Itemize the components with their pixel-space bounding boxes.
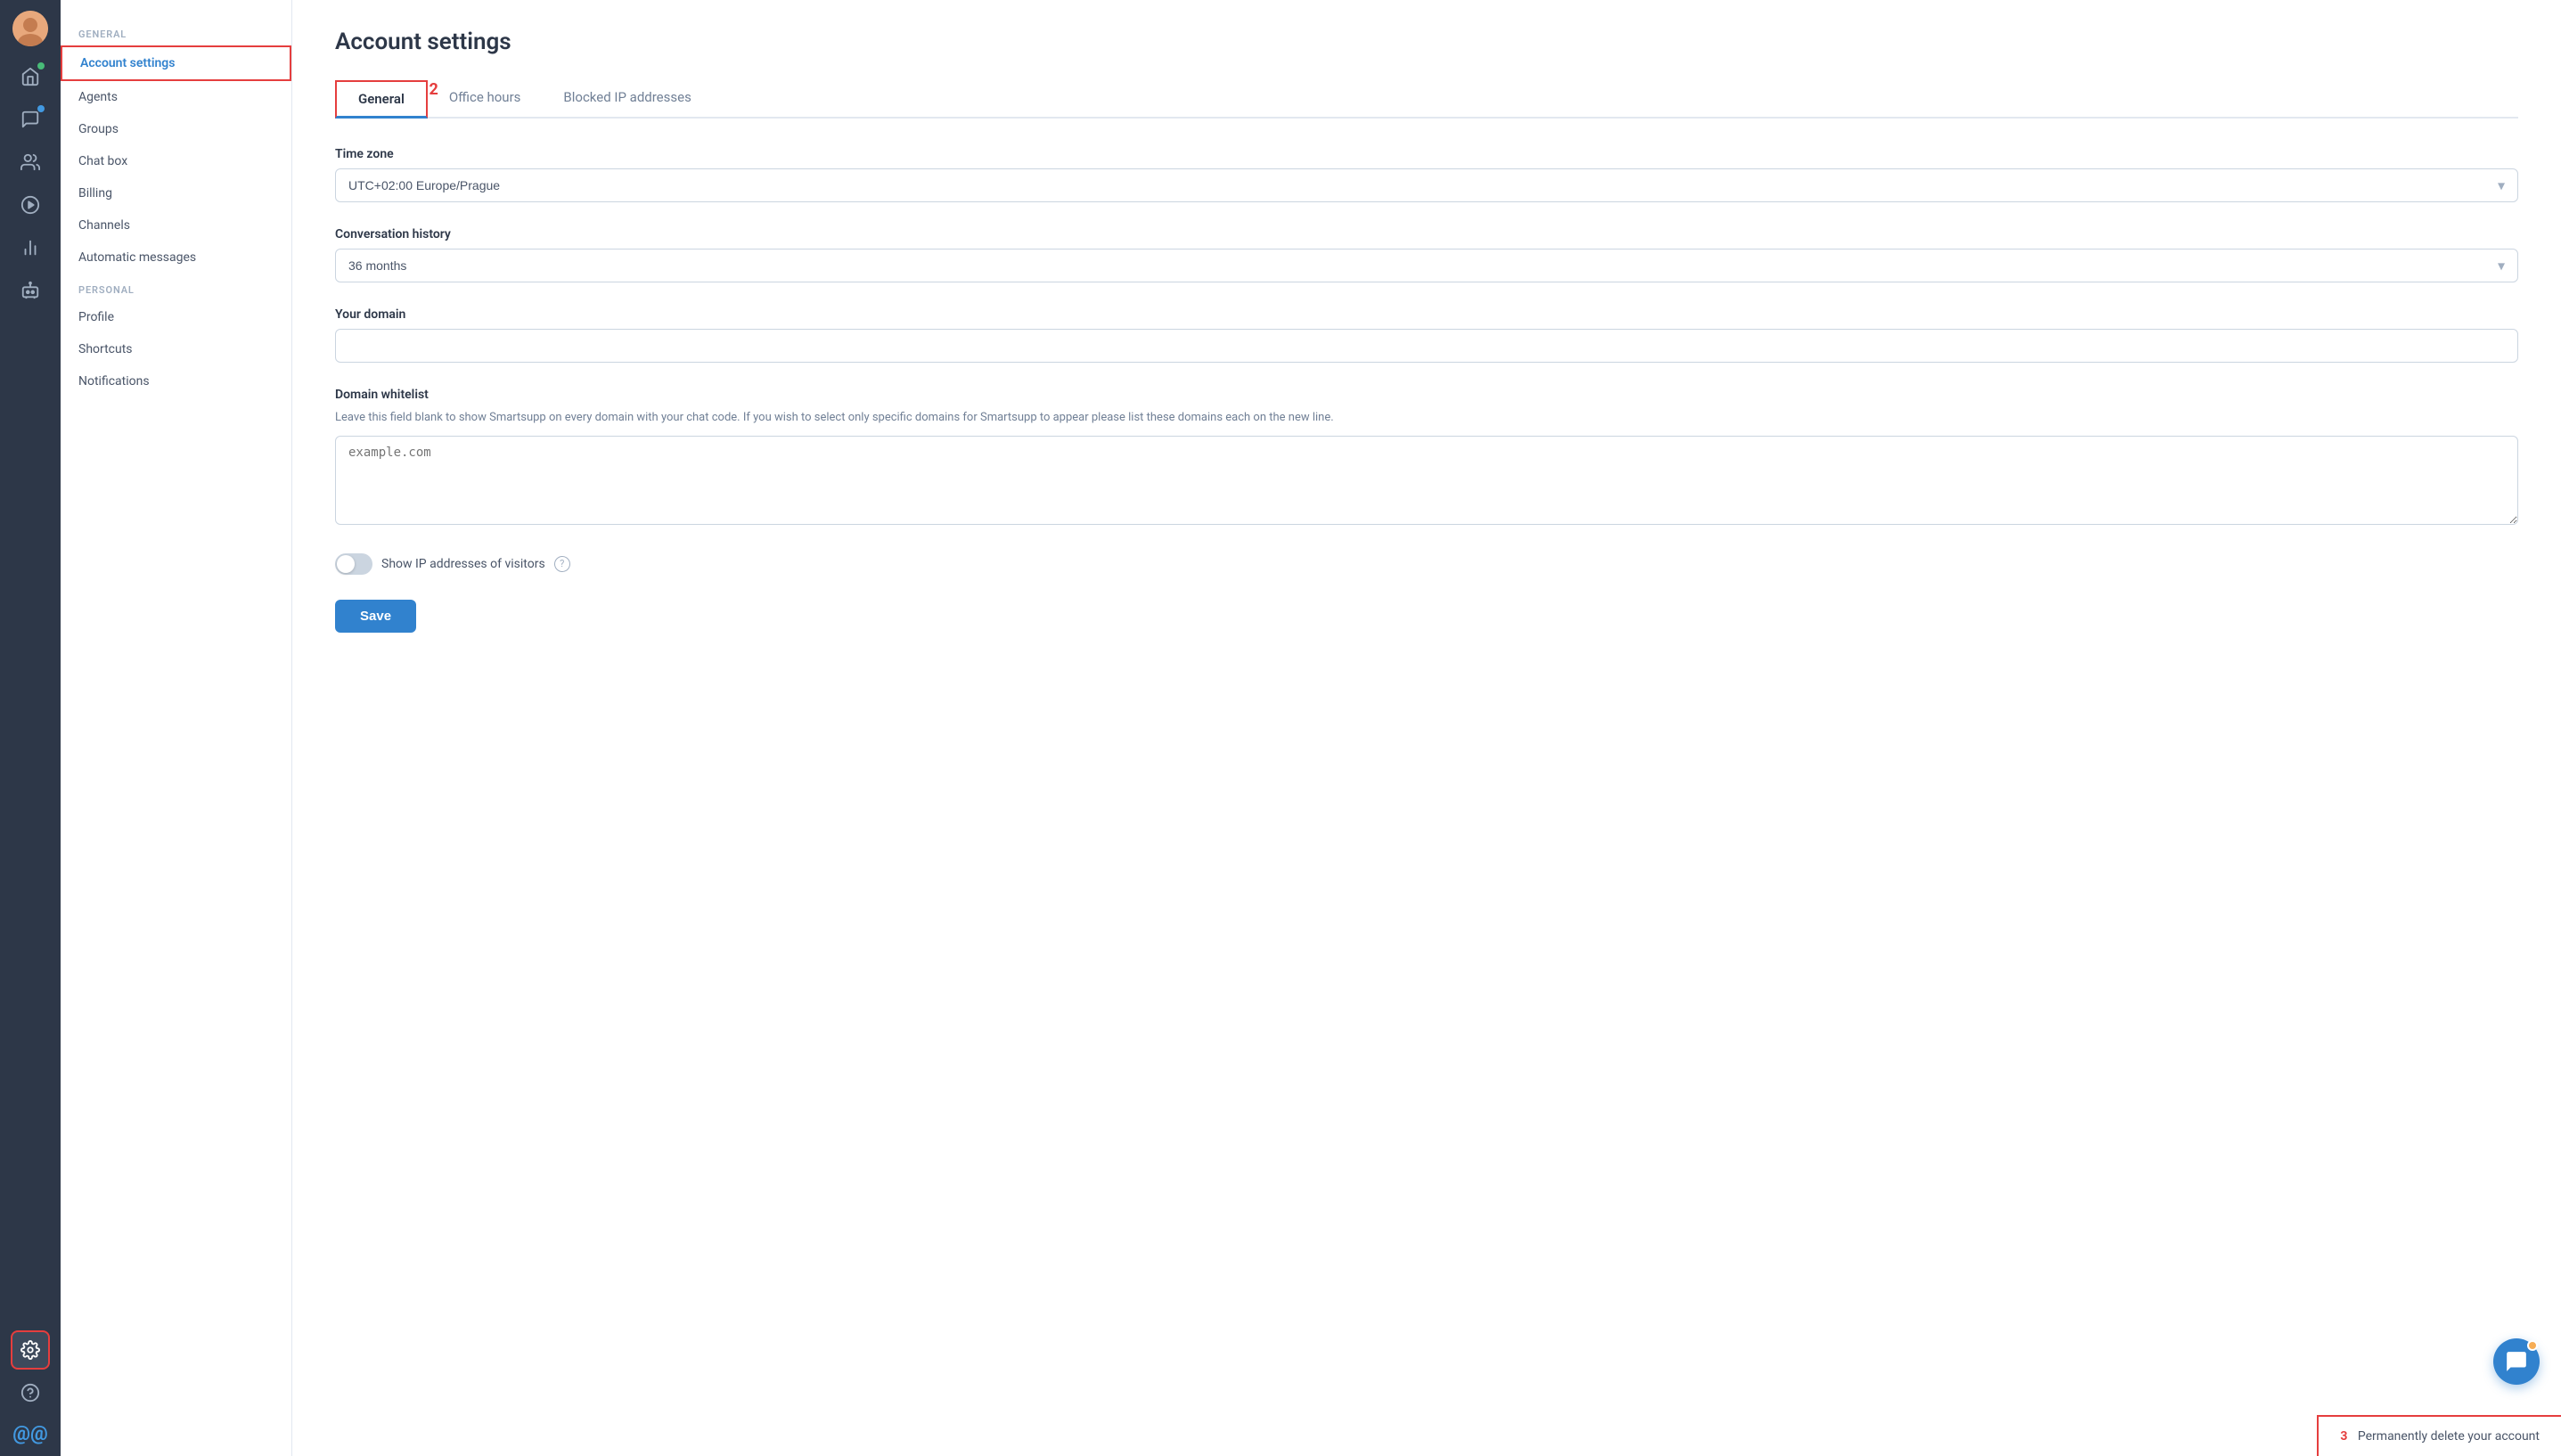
show-ip-help-icon[interactable]: ? (554, 556, 570, 572)
your-domain-label: Your domain (335, 307, 2518, 322)
conversation-history-select-wrapper: 36 months ▾ (335, 249, 2518, 282)
tab-blocked-ip[interactable]: Blocked IP addresses (542, 80, 712, 119)
delete-account-banner[interactable]: 3 Permanently delete your account (2317, 1415, 2561, 1456)
settings-sidebar: General Account settings 1 Agents Groups… (61, 0, 292, 1456)
settings-item-groups[interactable]: Groups (61, 113, 291, 145)
settings-item-account-settings[interactable]: Account settings 1 (61, 45, 291, 81)
nav-home-button[interactable] (11, 57, 50, 96)
toggle-knob (337, 555, 355, 573)
timezone-select[interactable]: UTC+02:00 Europe/Prague (336, 169, 2517, 201)
tabs-bar: General 2 Office hours Blocked IP addres… (335, 80, 2518, 119)
show-ip-label: Show IP addresses of visitors (381, 557, 545, 571)
delete-account-label: Permanently delete your account (2358, 1429, 2540, 1444)
domain-whitelist-description: Leave this field blank to show Smartsupp… (335, 409, 2518, 427)
page-title: Account settings (335, 29, 2518, 55)
tab-office-hours[interactable]: Office hours (428, 80, 543, 119)
show-ip-toggle[interactable] (335, 553, 372, 575)
your-domain-input[interactable] (335, 329, 2518, 363)
general-group-label: General (61, 18, 291, 45)
main-content: Account settings General 2 Office hours … (292, 0, 2561, 1456)
settings-item-notifications[interactable]: Notifications (61, 365, 291, 397)
sidebar-nav: @@ (0, 0, 61, 1456)
domain-whitelist-textarea[interactable] (335, 436, 2518, 525)
settings-item-agents[interactable]: Agents (61, 81, 291, 113)
home-notification-dot (37, 62, 45, 70)
your-domain-section: Your domain (335, 307, 2518, 363)
chat-notification-dot (37, 105, 45, 112)
timezone-section: Time zone UTC+02:00 Europe/Prague ▾ (335, 147, 2518, 202)
app-logo: @@ (12, 1423, 47, 1445)
tab-general[interactable]: General 2 (335, 80, 428, 119)
nav-bot-button[interactable] (11, 271, 50, 310)
conversation-history-label: Conversation history (335, 227, 2518, 241)
conversation-history-select[interactable]: 36 months (336, 249, 2517, 282)
chat-float-dot (2527, 1340, 2538, 1351)
chat-float-button[interactable] (2493, 1338, 2540, 1385)
show-ip-row: Show IP addresses of visitors ? (335, 553, 2518, 575)
nav-settings-button[interactable] (11, 1330, 50, 1370)
save-button[interactable]: Save (335, 600, 416, 633)
avatar[interactable] (12, 11, 48, 46)
conversation-history-section: Conversation history 36 months ▾ (335, 227, 2518, 282)
timezone-label: Time zone (335, 147, 2518, 161)
nav-contacts-button[interactable] (11, 143, 50, 182)
domain-whitelist-label: Domain whitelist (335, 388, 2518, 402)
settings-item-channels[interactable]: Channels (61, 209, 291, 241)
settings-item-shortcuts[interactable]: Shortcuts (61, 333, 291, 365)
nav-stats-button[interactable] (11, 228, 50, 267)
domain-whitelist-section: Domain whitelist Leave this field blank … (335, 388, 2518, 528)
settings-item-profile[interactable]: Profile (61, 301, 291, 333)
nav-play-button[interactable] (11, 185, 50, 225)
nav-chat-button[interactable] (11, 100, 50, 139)
annotation-3: 3 (2340, 1429, 2347, 1444)
settings-item-chat-box[interactable]: Chat box (61, 145, 291, 177)
settings-item-automatic-messages[interactable]: Automatic messages (61, 241, 291, 274)
timezone-select-wrapper: UTC+02:00 Europe/Prague ▾ (335, 168, 2518, 202)
nav-help-button[interactable] (11, 1373, 50, 1412)
annotation-2: 2 (430, 80, 438, 99)
settings-item-billing[interactable]: Billing (61, 177, 291, 209)
personal-group-label: Personal (61, 274, 291, 301)
